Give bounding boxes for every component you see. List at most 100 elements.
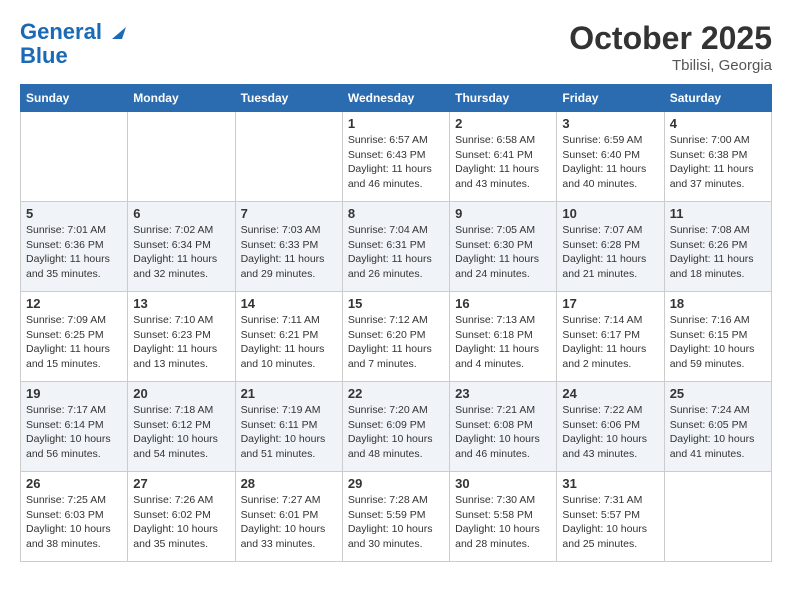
day-number: 19 xyxy=(26,386,122,401)
logo: General Blue xyxy=(20,20,126,68)
day-number: 7 xyxy=(241,206,337,221)
day-info: Sunrise: 7:01 AM Sunset: 6:36 PM Dayligh… xyxy=(26,223,122,282)
weekday-header-thursday: Thursday xyxy=(450,85,557,112)
calendar-cell: 14 Sunrise: 7:11 AM Sunset: 6:21 PM Dayli… xyxy=(235,292,342,382)
weekday-header-wednesday: Wednesday xyxy=(342,85,449,112)
calendar-cell: 8Sunrise: 7:04 AM Sunset: 6:31 PM Daylig… xyxy=(342,202,449,292)
day-info: Sunrise: 7:07 AM Sunset: 6:28 PM Dayligh… xyxy=(562,223,658,282)
day-info: Sunrise: 7:22 AM Sunset: 6:06 PM Dayligh… xyxy=(562,403,658,462)
day-number: 17 xyxy=(562,296,658,311)
day-number: 5 xyxy=(26,206,122,221)
calendar-cell: 13 Sunrise: 7:10 AM Sunset: 6:23 PM Dayli… xyxy=(128,292,235,382)
location: Tbilisi, Georgia xyxy=(569,57,772,74)
calendar-week-4: 26 Sunrise: 7:25 AM Sunset: 6:03 PM Dayli… xyxy=(21,472,772,562)
calendar-cell: 22 Sunrise: 7:20 AM Sunset: 6:09 PM Dayli… xyxy=(342,382,449,472)
calendar-week-2: 12 Sunrise: 7:09 AM Sunset: 6:25 PM Dayli… xyxy=(21,292,772,382)
calendar-cell: 7 Sunrise: 7:03 AM Sunset: 6:33 PM Daylig… xyxy=(235,202,342,292)
day-number: 13 xyxy=(133,296,229,311)
day-info: Sunrise: 7:17 AM Sunset: 6:14 PM Dayligh… xyxy=(26,403,122,462)
day-info: Sunrise: 7:18 AM Sunset: 6:12 PM Dayligh… xyxy=(133,403,229,462)
day-number: 30 xyxy=(455,476,551,491)
title-block: October 2025 Tbilisi, Georgia xyxy=(569,20,772,74)
day-info: Sunrise: 7:28 AM Sunset: 5:59 PM Dayligh… xyxy=(348,493,444,552)
page-header: General Blue October 2025 Tbilisi, Georg… xyxy=(20,20,772,74)
calendar-cell: 27Sunrise: 7:26 AM Sunset: 6:02 PM Dayli… xyxy=(128,472,235,562)
calendar-cell: 10 Sunrise: 7:07 AM Sunset: 6:28 PM Dayli… xyxy=(557,202,664,292)
day-number: 18 xyxy=(670,296,766,311)
weekday-header-row: SundayMondayTuesdayWednesdayThursdayFrid… xyxy=(21,85,772,112)
day-number: 14 xyxy=(241,296,337,311)
day-number: 26 xyxy=(26,476,122,491)
day-number: 3 xyxy=(562,116,658,131)
day-info: Sunrise: 7:10 AM Sunset: 6:23 PM Dayligh… xyxy=(133,313,229,372)
day-number: 28 xyxy=(241,476,337,491)
calendar-cell: 6Sunrise: 7:02 AM Sunset: 6:34 PM Daylig… xyxy=(128,202,235,292)
calendar-cell: 5 Sunrise: 7:01 AM Sunset: 6:36 PM Daylig… xyxy=(21,202,128,292)
calendar-cell xyxy=(21,112,128,202)
day-info: Sunrise: 7:30 AM Sunset: 5:58 PM Dayligh… xyxy=(455,493,551,552)
calendar-cell: 9 Sunrise: 7:05 AM Sunset: 6:30 PM Daylig… xyxy=(450,202,557,292)
calendar-week-0: 1 Sunrise: 6:57 AM Sunset: 6:43 PM Daylig… xyxy=(21,112,772,202)
calendar-cell: 29 Sunrise: 7:28 AM Sunset: 5:59 PM Dayli… xyxy=(342,472,449,562)
calendar-week-1: 5 Sunrise: 7:01 AM Sunset: 6:36 PM Daylig… xyxy=(21,202,772,292)
calendar-cell: 17 Sunrise: 7:14 AM Sunset: 6:17 PM Dayli… xyxy=(557,292,664,382)
calendar-cell: 4 Sunrise: 7:00 AM Sunset: 6:38 PM Daylig… xyxy=(664,112,771,202)
day-number: 25 xyxy=(670,386,766,401)
day-info: Sunrise: 7:16 AM Sunset: 6:15 PM Dayligh… xyxy=(670,313,766,372)
day-info: Sunrise: 6:57 AM Sunset: 6:43 PM Dayligh… xyxy=(348,133,444,192)
day-info: Sunrise: 7:14 AM Sunset: 6:17 PM Dayligh… xyxy=(562,313,658,372)
logo-text-general: General xyxy=(20,20,102,44)
calendar-cell: 2 Sunrise: 6:58 AM Sunset: 6:41 PM Daylig… xyxy=(450,112,557,202)
calendar-cell xyxy=(235,112,342,202)
day-number: 24 xyxy=(562,386,658,401)
calendar-cell: 18 Sunrise: 7:16 AM Sunset: 6:15 PM Dayli… xyxy=(664,292,771,382)
day-info: Sunrise: 7:03 AM Sunset: 6:33 PM Dayligh… xyxy=(241,223,337,282)
day-info: Sunrise: 7:08 AM Sunset: 6:26 PM Dayligh… xyxy=(670,223,766,282)
day-info: Sunrise: 7:13 AM Sunset: 6:18 PM Dayligh… xyxy=(455,313,551,372)
day-number: 12 xyxy=(26,296,122,311)
calendar-table: SundayMondayTuesdayWednesdayThursdayFrid… xyxy=(20,84,772,562)
month-title: October 2025 xyxy=(569,20,772,57)
calendar-cell: 16 Sunrise: 7:13 AM Sunset: 6:18 PM Dayli… xyxy=(450,292,557,382)
day-info: Sunrise: 7:20 AM Sunset: 6:09 PM Dayligh… xyxy=(348,403,444,462)
day-number: 9 xyxy=(455,206,551,221)
day-info: Sunrise: 7:19 AM Sunset: 6:11 PM Dayligh… xyxy=(241,403,337,462)
calendar-week-3: 19 Sunrise: 7:17 AM Sunset: 6:14 PM Dayli… xyxy=(21,382,772,472)
calendar-cell: 19 Sunrise: 7:17 AM Sunset: 6:14 PM Dayli… xyxy=(21,382,128,472)
calendar-cell: 25Sunrise: 7:24 AM Sunset: 6:05 PM Dayli… xyxy=(664,382,771,472)
weekday-header-saturday: Saturday xyxy=(664,85,771,112)
day-info: Sunrise: 7:25 AM Sunset: 6:03 PM Dayligh… xyxy=(26,493,122,552)
day-info: Sunrise: 6:59 AM Sunset: 6:40 PM Dayligh… xyxy=(562,133,658,192)
day-info: Sunrise: 7:31 AM Sunset: 5:57 PM Dayligh… xyxy=(562,493,658,552)
day-info: Sunrise: 6:58 AM Sunset: 6:41 PM Dayligh… xyxy=(455,133,551,192)
calendar-cell: 1 Sunrise: 6:57 AM Sunset: 6:43 PM Daylig… xyxy=(342,112,449,202)
day-number: 4 xyxy=(670,116,766,131)
weekday-header-tuesday: Tuesday xyxy=(235,85,342,112)
calendar-cell: 31Sunrise: 7:31 AM Sunset: 5:57 PM Dayli… xyxy=(557,472,664,562)
day-number: 6 xyxy=(133,206,229,221)
weekday-header-friday: Friday xyxy=(557,85,664,112)
day-number: 27 xyxy=(133,476,229,491)
calendar-cell: 20Sunrise: 7:18 AM Sunset: 6:12 PM Dayli… xyxy=(128,382,235,472)
day-number: 21 xyxy=(241,386,337,401)
day-info: Sunrise: 7:21 AM Sunset: 6:08 PM Dayligh… xyxy=(455,403,551,462)
day-number: 15 xyxy=(348,296,444,311)
day-number: 16 xyxy=(455,296,551,311)
day-number: 1 xyxy=(348,116,444,131)
calendar-cell: 28 Sunrise: 7:27 AM Sunset: 6:01 PM Dayli… xyxy=(235,472,342,562)
day-info: Sunrise: 7:27 AM Sunset: 6:01 PM Dayligh… xyxy=(241,493,337,552)
weekday-header-sunday: Sunday xyxy=(21,85,128,112)
day-number: 22 xyxy=(348,386,444,401)
calendar-cell: 11 Sunrise: 7:08 AM Sunset: 6:26 PM Dayli… xyxy=(664,202,771,292)
day-info: Sunrise: 7:05 AM Sunset: 6:30 PM Dayligh… xyxy=(455,223,551,282)
calendar-cell: 30 Sunrise: 7:30 AM Sunset: 5:58 PM Dayli… xyxy=(450,472,557,562)
day-info: Sunrise: 7:09 AM Sunset: 6:25 PM Dayligh… xyxy=(26,313,122,372)
day-number: 11 xyxy=(670,206,766,221)
day-info: Sunrise: 7:00 AM Sunset: 6:38 PM Dayligh… xyxy=(670,133,766,192)
day-number: 29 xyxy=(348,476,444,491)
day-number: 10 xyxy=(562,206,658,221)
day-number: 23 xyxy=(455,386,551,401)
day-info: Sunrise: 7:11 AM Sunset: 6:21 PM Dayligh… xyxy=(241,313,337,372)
calendar-cell: 12 Sunrise: 7:09 AM Sunset: 6:25 PM Dayli… xyxy=(21,292,128,382)
day-number: 2 xyxy=(455,116,551,131)
